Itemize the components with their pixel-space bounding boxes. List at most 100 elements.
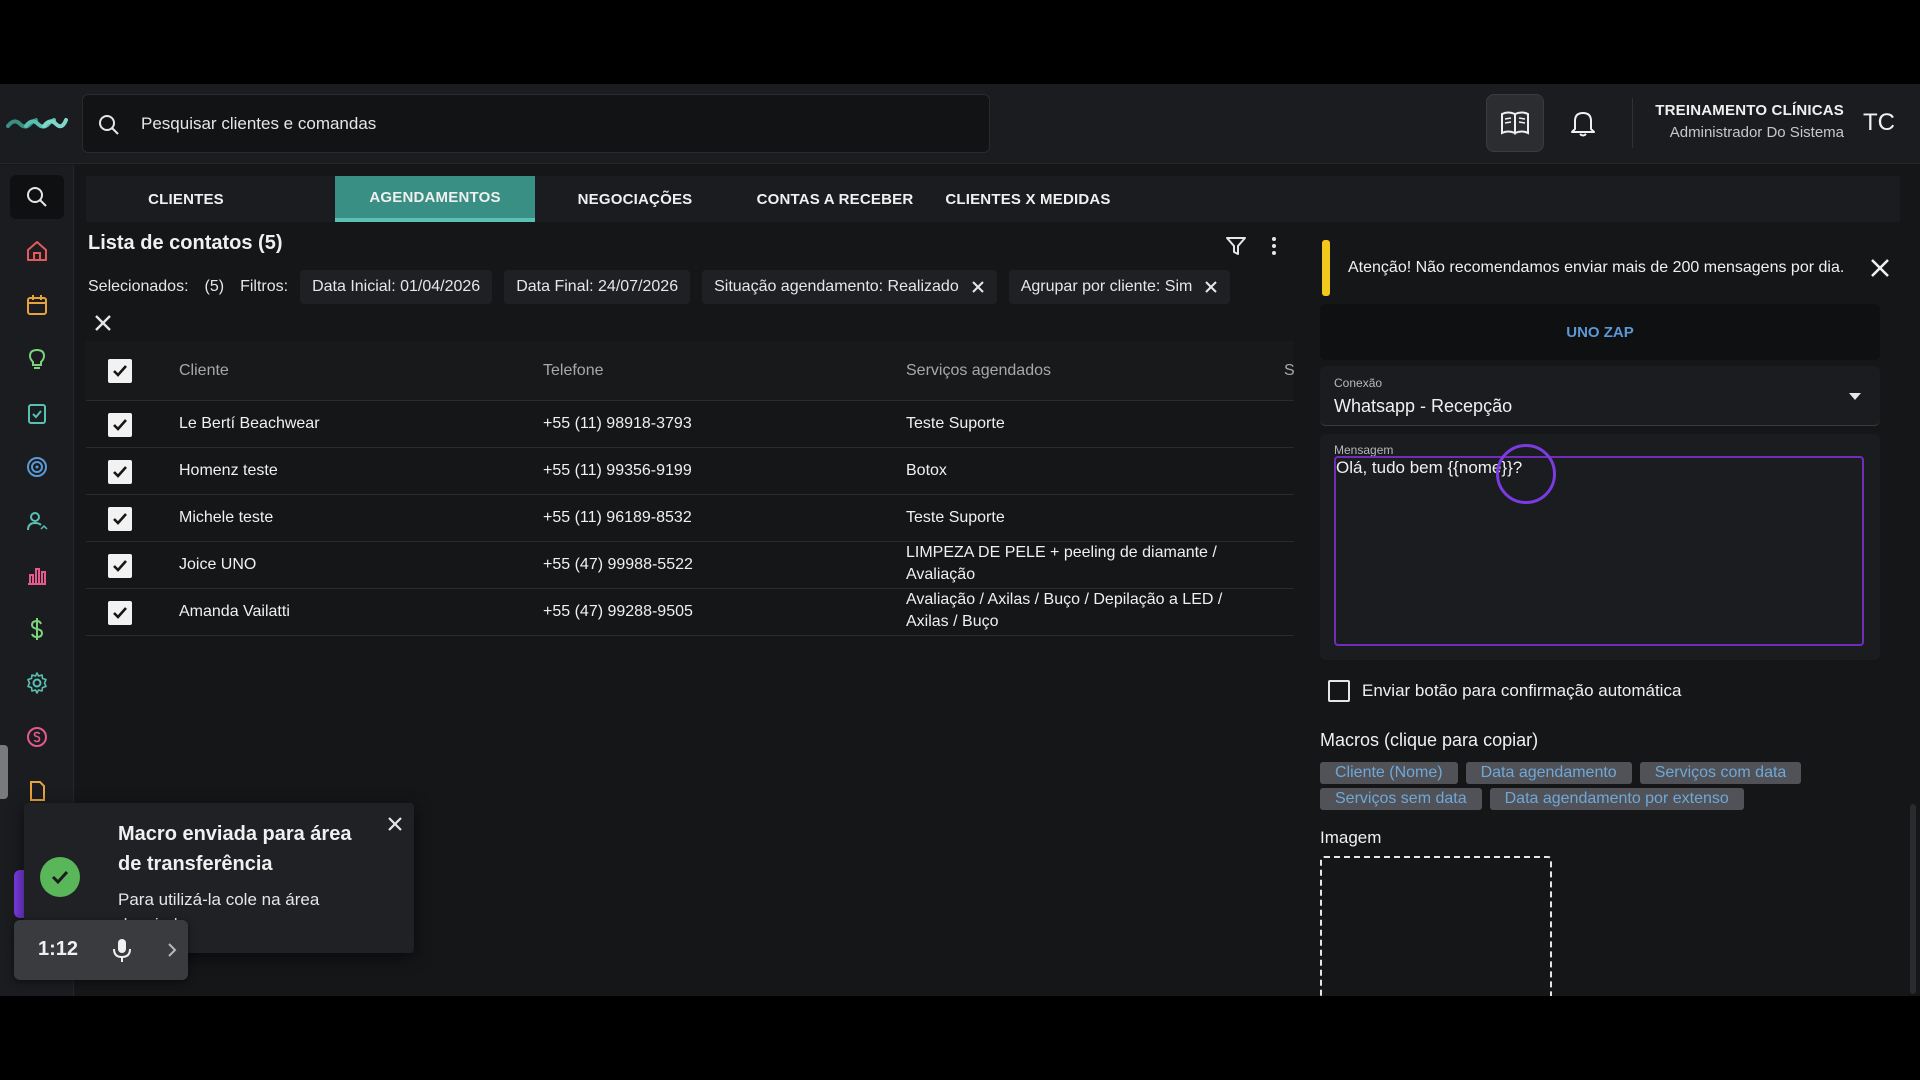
clear-filters-close-icon[interactable] <box>92 312 114 334</box>
alert-text: Atenção! Não recomendamos enviar mais de… <box>1348 259 1845 276</box>
macro-chip[interactable]: Data agendamento por extenso <box>1489 788 1744 810</box>
selected-count: (5) <box>204 278 225 295</box>
table-row[interactable]: Le Bertí Beachwear +55 (11) 98918-3793 T… <box>86 401 1294 448</box>
module-tabs: CLIENTES AGENDAMENTOS NEGOCIAÇÕES CONTAS… <box>86 176 1900 222</box>
sidebar-item-tasks[interactable] <box>10 391 64 435</box>
home-icon <box>27 241 47 261</box>
row-checkbox[interactable] <box>108 507 132 531</box>
voice-recorder-widget[interactable]: 1:12 <box>14 920 188 980</box>
client-name: Le Bertí Beachwear <box>179 415 320 432</box>
connection-value: Whatsapp - Recepção <box>1334 396 1513 416</box>
sidebar-item-billing[interactable] <box>10 715 64 759</box>
table-row[interactable]: Homenz teste +55 (11) 99356-9199 Botox <box>86 448 1294 495</box>
client-phone: +55 (11) 98918-3793 <box>543 415 692 432</box>
global-search[interactable] <box>82 94 990 153</box>
client-name: Amanda Vailatti <box>179 603 290 620</box>
row-checkbox[interactable] <box>108 460 132 484</box>
auto-confirm-option[interactable]: Enviar botão para confirmação automática <box>1328 680 1681 702</box>
sidebar-item-users[interactable] <box>10 499 64 543</box>
tab-agendamentos[interactable]: AGENDAMENTOS <box>335 176 535 222</box>
image-dropzone[interactable] <box>1320 856 1552 996</box>
sidebar-item-reports[interactable] <box>10 553 64 597</box>
client-services: LIMPEZA DE PELE + peeling de diamante / … <box>906 544 1217 583</box>
table-row[interactable]: Joice UNO +55 (47) 99988-5522 LIMPEZA DE… <box>86 542 1294 589</box>
click-cursor-indicator <box>1496 444 1556 504</box>
panel-scrollbar[interactable] <box>1910 804 1916 994</box>
calendar-icon <box>27 295 47 315</box>
close-icon[interactable] <box>386 815 404 833</box>
search-input[interactable] <box>141 95 961 152</box>
sidebar-item-finance[interactable] <box>10 607 64 651</box>
tab-negociacoes[interactable]: NEGOCIAÇÕES <box>535 176 735 222</box>
open-book-icon <box>1501 111 1529 135</box>
user-info[interactable]: TREINAMENTO CLÍNICAS Administrador Do Si… <box>1655 102 1844 141</box>
row-checkbox[interactable] <box>108 413 132 437</box>
warning-alert: Atenção! Não recomendamos enviar mais de… <box>1322 240 1892 296</box>
sidebar-item-calendar[interactable] <box>10 283 64 327</box>
letterbox-bottom <box>0 996 1920 1080</box>
macros-list: Cliente (Nome) Data agendamento Serviços… <box>1320 762 1860 814</box>
recording-time: 1:12 <box>38 938 79 960</box>
sidebar-item-target[interactable] <box>10 445 64 489</box>
close-icon[interactable] <box>1204 280 1218 294</box>
company-name: TREINAMENTO CLÍNICAS <box>1655 102 1844 119</box>
table-row[interactable]: Michele teste +55 (11) 96189-8532 Teste … <box>86 495 1294 542</box>
bell-icon <box>1571 112 1595 137</box>
check-icon <box>113 419 127 431</box>
macro-chip[interactable]: Serviços sem data <box>1320 788 1482 810</box>
more-options-icon[interactable] <box>1262 234 1286 258</box>
client-name: Homenz teste <box>179 462 278 479</box>
brand-logo-icon[interactable] <box>6 114 68 130</box>
macro-chip[interactable]: Data agendamento <box>1465 762 1632 784</box>
tab-clientes[interactable]: CLIENTES <box>86 176 286 222</box>
filter-chip-end-date[interactable]: Data Final: 24/07/2026 <box>504 270 691 304</box>
avatar[interactable]: TC <box>1856 100 1902 146</box>
auto-confirm-checkbox[interactable] <box>1328 680 1350 702</box>
row-checkbox[interactable] <box>108 554 132 578</box>
microphone-icon[interactable] <box>108 936 136 964</box>
message-textarea[interactable]: Olá, tudo bem {{nome}}? <box>1334 444 1864 646</box>
macro-chip[interactable]: Serviços com data <box>1639 762 1802 784</box>
message-field[interactable]: Mensagem Olá, tudo bem {{nome}}? <box>1320 434 1880 660</box>
message-panel: Atenção! Não recomendamos enviar mais de… <box>1294 222 1900 996</box>
connection-select[interactable]: Conexão Whatsapp - Recepção <box>1320 366 1880 426</box>
filters-row: Selecionados: (5) Filtros: Data Inicial:… <box>88 270 1242 304</box>
manual-button[interactable] <box>1486 94 1544 152</box>
column-header-services[interactable]: Serviços agendados <box>906 360 1246 382</box>
chevron-right-icon[interactable] <box>162 940 182 960</box>
tab-contas-a-receber[interactable]: CONTAS A RECEBER <box>735 176 935 222</box>
sidebar-search[interactable] <box>10 175 64 219</box>
client-phone: +55 (47) 99288-9505 <box>543 603 693 620</box>
notifications-button[interactable] <box>1554 94 1612 152</box>
unozap-button[interactable]: UNO ZAP <box>1320 304 1880 360</box>
selected-label: Selecionados: <box>88 278 189 295</box>
side-widget-tab[interactable] <box>14 870 24 918</box>
filter-icon[interactable] <box>1224 234 1248 258</box>
filter-chip-group[interactable]: Agrupar por cliente: Sim <box>1008 270 1231 304</box>
sidebar-item-ideas[interactable] <box>10 337 64 381</box>
search-icon <box>99 115 119 135</box>
column-header-client[interactable]: Cliente <box>179 360 229 382</box>
auto-confirm-label: Enviar botão para confirmação automática <box>1362 681 1682 700</box>
close-icon[interactable] <box>971 280 985 294</box>
lightbulb-icon <box>28 348 46 369</box>
close-icon[interactable] <box>1868 256 1892 280</box>
client-services: Teste Suporte <box>906 509 1005 526</box>
tab-clientes-x-medidas[interactable]: CLIENTES X MEDIDAS <box>935 176 1121 222</box>
list-title: Lista de contatos (5) <box>88 232 283 254</box>
chip-label: Situação agendamento: Realizado <box>714 278 959 295</box>
client-phone: +55 (11) 99356-9199 <box>543 462 692 479</box>
alert-accent-bar <box>1322 240 1330 296</box>
client-phone: +55 (47) 99988-5522 <box>543 556 693 573</box>
select-all-checkbox[interactable] <box>108 359 132 383</box>
column-header-phone[interactable]: Telefone <box>543 360 604 382</box>
macro-chip[interactable]: Cliente (Nome) <box>1320 762 1458 784</box>
toast-title: Macro enviada para área de transferência <box>118 823 352 875</box>
top-header: TREINAMENTO CLÍNICAS Administrador Do Si… <box>0 84 1920 164</box>
filter-chip-status[interactable]: Situação agendamento: Realizado <box>702 270 997 304</box>
sidebar-item-settings[interactable] <box>10 661 64 705</box>
sidebar-item-home[interactable] <box>10 229 64 273</box>
table-row[interactable]: Amanda Vailatti +55 (47) 99288-9505 Aval… <box>86 589 1294 636</box>
filter-chip-start-date[interactable]: Data Inicial: 01/04/2026 <box>300 270 493 304</box>
row-checkbox[interactable] <box>108 601 132 625</box>
